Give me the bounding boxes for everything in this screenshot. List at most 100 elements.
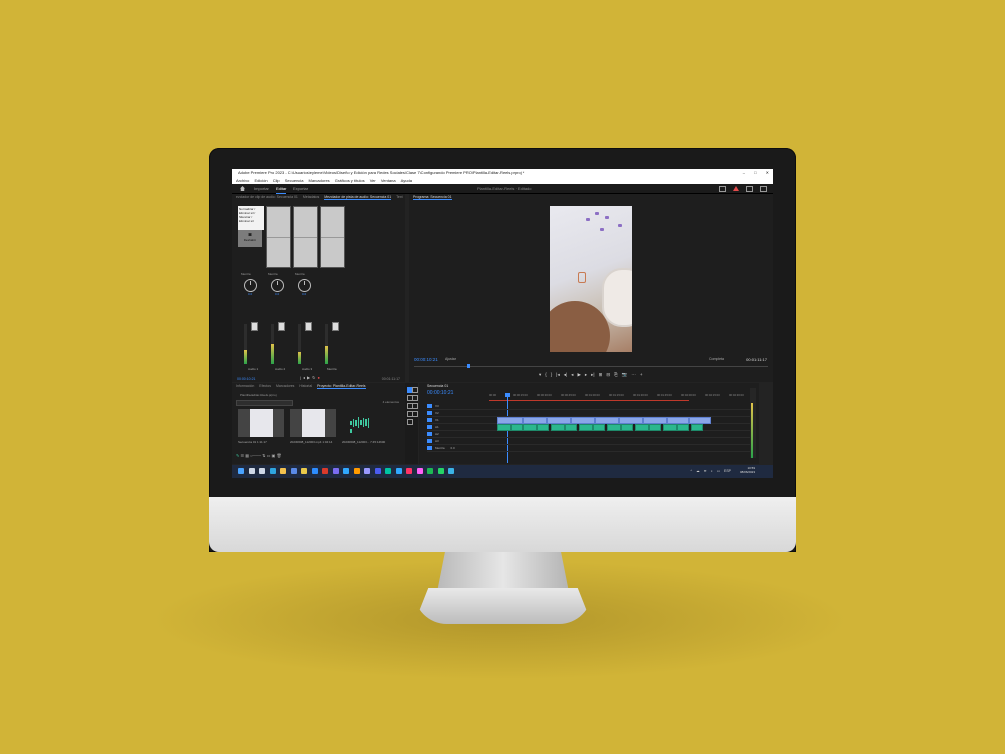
alert-icon[interactable]	[732, 186, 739, 192]
tab-program[interactable]: Programa: Secuencia 01	[413, 195, 452, 200]
track-header[interactable]: A2	[427, 431, 487, 437]
track-v1[interactable]: V1	[427, 417, 754, 424]
chrome-icon[interactable]	[301, 468, 307, 474]
menu-archivo[interactable]: Archivo	[236, 178, 249, 183]
tab-exportar[interactable]: Exportar	[293, 184, 308, 193]
indesign-icon[interactable]	[406, 468, 412, 474]
menu-ver[interactable]: Ver	[370, 178, 376, 183]
acrobat-icon[interactable]	[322, 468, 328, 474]
zoom-icon[interactable]	[311, 468, 318, 474]
program-control-13[interactable]: ⋯	[631, 372, 636, 377]
razor-tool-icon[interactable]	[412, 395, 418, 401]
thumb-audio[interactable]	[350, 417, 370, 433]
volume-fader-2[interactable]	[278, 322, 285, 331]
store-icon[interactable]	[290, 468, 297, 474]
tab-markers[interactable]: Marcadores	[276, 384, 294, 388]
menu-ayuda[interactable]: Ayuda	[401, 178, 412, 183]
audio-clip[interactable]	[649, 424, 661, 431]
timeline-tab[interactable]: Secuencia 01	[427, 384, 448, 388]
video-clip[interactable]	[595, 417, 619, 424]
program-playhead[interactable]	[467, 364, 471, 368]
audio-clip[interactable]	[497, 424, 511, 431]
photos-icon[interactable]	[448, 468, 454, 474]
track-target-icon[interactable]	[427, 446, 432, 451]
program-control-0[interactable]: ▾	[539, 372, 541, 377]
program-control-5[interactable]: ◂	[571, 372, 573, 377]
volume-icon[interactable]: ◖	[711, 469, 713, 473]
video-clip[interactable]	[547, 417, 571, 424]
track-mezcla[interactable]: Mezcla 0.0	[427, 445, 754, 452]
tab-importar[interactable]: Importar	[254, 184, 269, 193]
timeline-ruler[interactable]: 00:00 00:00:15:00 00:00:30:00 00:00:45:00 00…	[489, 393, 754, 399]
program-control-12[interactable]: 📷	[622, 372, 628, 377]
edge-icon[interactable]	[269, 468, 276, 474]
trash-icon[interactable]: 🗑	[276, 453, 281, 458]
video-clip[interactable]	[497, 417, 523, 424]
tab-clip-mixer[interactable]: ezclador de clip de audio: Secuencia 01	[236, 195, 298, 199]
fullscreen-icon[interactable]	[760, 185, 767, 192]
pan-knob-audio-3[interactable]	[298, 279, 311, 292]
pan-knob-audio-1[interactable]	[244, 279, 257, 292]
menu-ventana[interactable]: Ventana	[381, 178, 396, 183]
program-timecode[interactable]: 00:00:10:21	[414, 357, 438, 362]
track-target-icon[interactable]	[427, 439, 432, 444]
track-target-icon[interactable]	[427, 418, 432, 423]
timeline-timecode[interactable]: 00:00:10:21	[427, 390, 453, 396]
search-icon[interactable]	[248, 468, 255, 474]
quality-dropdown[interactable]: Completa	[709, 357, 724, 361]
maximize-button[interactable]: □	[754, 170, 756, 175]
track-header[interactable]: V1	[427, 417, 487, 423]
timeline-playhead[interactable]	[505, 393, 510, 397]
audio-clip[interactable]	[523, 424, 537, 431]
track-a2[interactable]: A2	[427, 431, 754, 438]
start-icon[interactable]	[238, 468, 244, 474]
home-icon[interactable]	[240, 186, 245, 191]
program-control-1[interactable]: {	[545, 372, 547, 377]
menu-marcadores[interactable]: Marcadores	[309, 178, 330, 183]
project-search-input[interactable]	[236, 400, 293, 406]
hand-tool-icon[interactable]	[412, 411, 418, 417]
cloud-icon[interactable]: ☁	[696, 469, 700, 473]
program-control-10[interactable]: ⊟	[606, 372, 610, 377]
menu-graficos[interactable]: Gráficos y títulos	[335, 178, 365, 183]
program-control-9[interactable]: ⊞	[599, 372, 603, 377]
audio-clip[interactable]	[579, 424, 593, 431]
audio-clip[interactable]	[593, 424, 605, 431]
tab-project[interactable]: Proyecto: Plantilla-Editar-Reels	[317, 384, 366, 389]
audio-clip[interactable]	[565, 424, 577, 431]
tab-history[interactable]: Historial	[299, 384, 312, 388]
audition-icon[interactable]	[385, 468, 391, 474]
video-clip[interactable]	[571, 417, 595, 424]
tab-info[interactable]: Información	[236, 384, 254, 388]
audio-clip[interactable]	[621, 424, 633, 431]
tab-text[interactable]: Text	[396, 195, 402, 199]
fit-dropdown[interactable]: Ajustar	[445, 357, 456, 361]
language-indicator[interactable]: ESP	[724, 469, 731, 473]
audio-clip[interactable]	[607, 424, 621, 431]
whatsapp-icon[interactable]	[437, 468, 444, 474]
program-control-11[interactable]: ⎘	[614, 372, 618, 377]
track-header[interactable]: Mezcla 0.0	[427, 445, 487, 451]
list-view-icon[interactable]: ☰	[240, 453, 244, 458]
battery-icon[interactable]: ▭	[717, 469, 720, 473]
zoom-slider-icon[interactable]: ○───	[250, 453, 261, 458]
track-a3[interactable]: A3	[427, 438, 754, 445]
program-control-2[interactable]: }	[551, 372, 553, 377]
menu-clip[interactable]: Clip	[273, 178, 280, 183]
new-item-icon[interactable]: ▣	[272, 453, 276, 458]
new-bin-icon[interactable]: ▭	[267, 453, 271, 458]
program-control-4[interactable]: ◂|	[564, 372, 567, 377]
video-clip[interactable]	[619, 417, 643, 424]
track-target-icon[interactable]	[427, 425, 432, 430]
pen-tool-icon[interactable]	[412, 403, 418, 409]
menu-secuencia[interactable]: Secuencia	[285, 178, 304, 183]
audio-clip[interactable]	[677, 424, 689, 431]
audio-clip[interactable]	[537, 424, 549, 431]
tab-effects[interactable]: Efectos	[259, 384, 271, 388]
xd-icon[interactable]	[416, 468, 423, 474]
video-clip[interactable]	[689, 417, 711, 424]
record-icon[interactable]: ●	[317, 375, 321, 380]
share-icon[interactable]	[745, 185, 753, 192]
video-clip[interactable]	[667, 417, 689, 424]
video-clip[interactable]	[523, 417, 547, 424]
